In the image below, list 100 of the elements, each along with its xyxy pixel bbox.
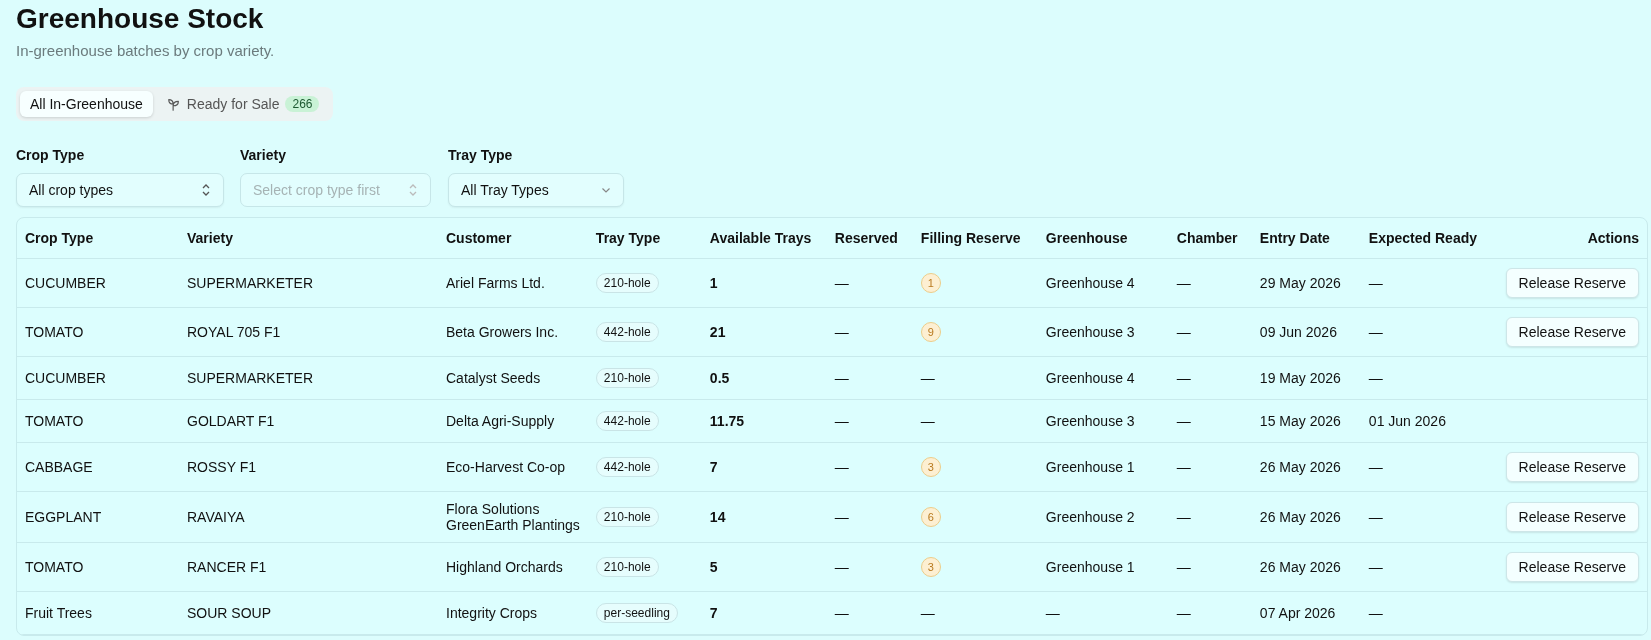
customer-name: Delta Agri-Supply — [446, 413, 556, 429]
column-header: Expected Ready — [1360, 218, 1491, 259]
table-cell: — — [1176, 559, 1191, 575]
customer-name: Ariel Farms Ltd. — [446, 275, 546, 291]
table-cell: — — [834, 370, 849, 386]
page-title: Greenhouse Stock — [16, 2, 264, 36]
release-reserve-button[interactable]: Release Reserve — [1505, 452, 1639, 482]
table-cell: 15 May 2026 — [1259, 413, 1341, 429]
table-cell: — — [1368, 559, 1383, 575]
filter-tab[interactable]: Ready for Sale 266 — [156, 91, 330, 117]
column-header: Variety — [179, 218, 438, 259]
table-cell: — — [920, 370, 935, 386]
table-cell: Greenhouse 3 — [1045, 413, 1135, 429]
reserve-count-badge: 1 — [920, 273, 941, 293]
table-cell: — — [834, 324, 849, 340]
table-cell: — — [1176, 413, 1191, 429]
table-cell: TOMATO — [25, 324, 84, 340]
table-cell: Greenhouse 1 — [1045, 459, 1135, 475]
customer-name: Beta Growers Inc. — [446, 324, 560, 340]
table-cell: — — [834, 459, 849, 475]
table-cell: — — [834, 275, 849, 291]
table-cell: SOUR SOUP — [187, 605, 271, 621]
page-subtitle: In-greenhouse batches by crop variety. — [16, 42, 275, 59]
table-cell: — — [1368, 324, 1383, 340]
table-cell: — — [1368, 275, 1383, 291]
reserve-count-badge: 3 — [920, 557, 941, 577]
updown-caret-icon — [201, 183, 211, 197]
tray-tag: 442-hole — [595, 457, 659, 477]
table-cell: 09 Jun 2026 — [1259, 324, 1337, 340]
table-cell: EGGPLANT — [25, 509, 102, 525]
reserve-count-badge: 9 — [920, 322, 941, 342]
release-reserve-button[interactable]: Release Reserve — [1505, 552, 1639, 582]
table-cell: 14 — [709, 509, 726, 525]
table-cell: CUCUMBER — [25, 370, 106, 386]
column-header: Customer — [438, 218, 588, 259]
table-cell: Greenhouse 3 — [1045, 324, 1135, 340]
table-cell: — — [920, 413, 935, 429]
tray-tag: 210-hole — [595, 273, 659, 293]
customer-name: Highland Orchards — [446, 559, 564, 575]
table-cell: — — [1368, 370, 1383, 386]
table-cell: 01 Jun 2026 — [1368, 413, 1446, 429]
table-cell: — — [1176, 370, 1191, 386]
column-header: Greenhouse — [1037, 218, 1169, 259]
table-cell: CUCUMBER — [25, 275, 106, 291]
table-cell: SUPERMARKETER — [187, 275, 314, 291]
customer-name: GreenEarth Plantings — [446, 517, 580, 533]
select-field[interactable]: All Tray Types — [448, 173, 624, 207]
customer-name: Integrity Crops — [446, 605, 539, 621]
updown-caret-icon — [408, 183, 418, 197]
column-header: Entry Date — [1251, 218, 1361, 259]
filter-label: Crop Type — [16, 147, 85, 163]
table-cell: Greenhouse 4 — [1045, 370, 1135, 386]
table-cell: — — [834, 413, 849, 429]
release-reserve-button[interactable]: Release Reserve — [1505, 502, 1639, 532]
table-cell: GOLDART F1 — [187, 413, 275, 429]
table-cell: 21 — [709, 324, 726, 340]
customer-name: Flora Solutions — [446, 501, 541, 517]
tray-tag: 442-hole — [595, 411, 659, 431]
release-reserve-button[interactable]: Release Reserve — [1505, 317, 1639, 347]
table-cell: — — [834, 559, 849, 575]
filter-label: Variety — [240, 147, 286, 163]
select-field[interactable]: All crop types — [16, 173, 224, 207]
table-cell: 07 Apr 2026 — [1259, 605, 1336, 621]
table-cell: TOMATO — [25, 559, 84, 575]
table-cell: 26 May 2026 — [1259, 509, 1341, 525]
table-cell: 26 May 2026 — [1259, 459, 1341, 475]
table-cell: — — [1045, 605, 1060, 621]
count-badge: 266 — [285, 96, 320, 112]
table-cell: 19 May 2026 — [1259, 370, 1341, 386]
table-cell: — — [1176, 605, 1191, 621]
tray-tag: per-seedling — [595, 603, 678, 623]
table-cell: — — [1176, 275, 1191, 291]
customer-name: Catalyst Seeds — [446, 370, 542, 386]
table-cell: 26 May 2026 — [1259, 559, 1341, 575]
tray-tag: 442-hole — [595, 322, 659, 342]
table-cell: Greenhouse 2 — [1045, 509, 1135, 525]
table-cell: — — [834, 509, 849, 525]
release-reserve-button[interactable]: Release Reserve — [1505, 268, 1639, 298]
table-cell: RAVAIYA — [187, 509, 245, 525]
column-header: Filling Reserve — [912, 218, 1038, 259]
table-cell: 7 — [709, 605, 718, 621]
tray-tag: 210-hole — [595, 507, 659, 527]
table-cell: 7 — [709, 459, 718, 475]
table-cell: — — [834, 605, 849, 621]
filter-tab[interactable]: All In-Greenhouse — [20, 91, 153, 117]
table-cell: 5 — [709, 559, 718, 575]
table-cell: 29 May 2026 — [1259, 275, 1341, 291]
table-cell: 11.75 — [709, 413, 745, 429]
column-header: Available Trays — [701, 218, 827, 259]
table-cell: — — [1368, 509, 1383, 525]
column-header: Chamber — [1168, 218, 1252, 259]
table-cell: CABBAGE — [25, 459, 93, 475]
table-cell: Fruit Trees — [25, 605, 92, 621]
table-cell: — — [1176, 459, 1191, 475]
column-header: Tray Type — [587, 218, 702, 259]
table-cell: Greenhouse 1 — [1045, 559, 1135, 575]
sprout-icon — [166, 97, 181, 111]
tray-tag: 210-hole — [595, 368, 659, 388]
table-cell: Greenhouse 4 — [1045, 275, 1135, 291]
reserve-count-badge: 3 — [920, 457, 941, 477]
